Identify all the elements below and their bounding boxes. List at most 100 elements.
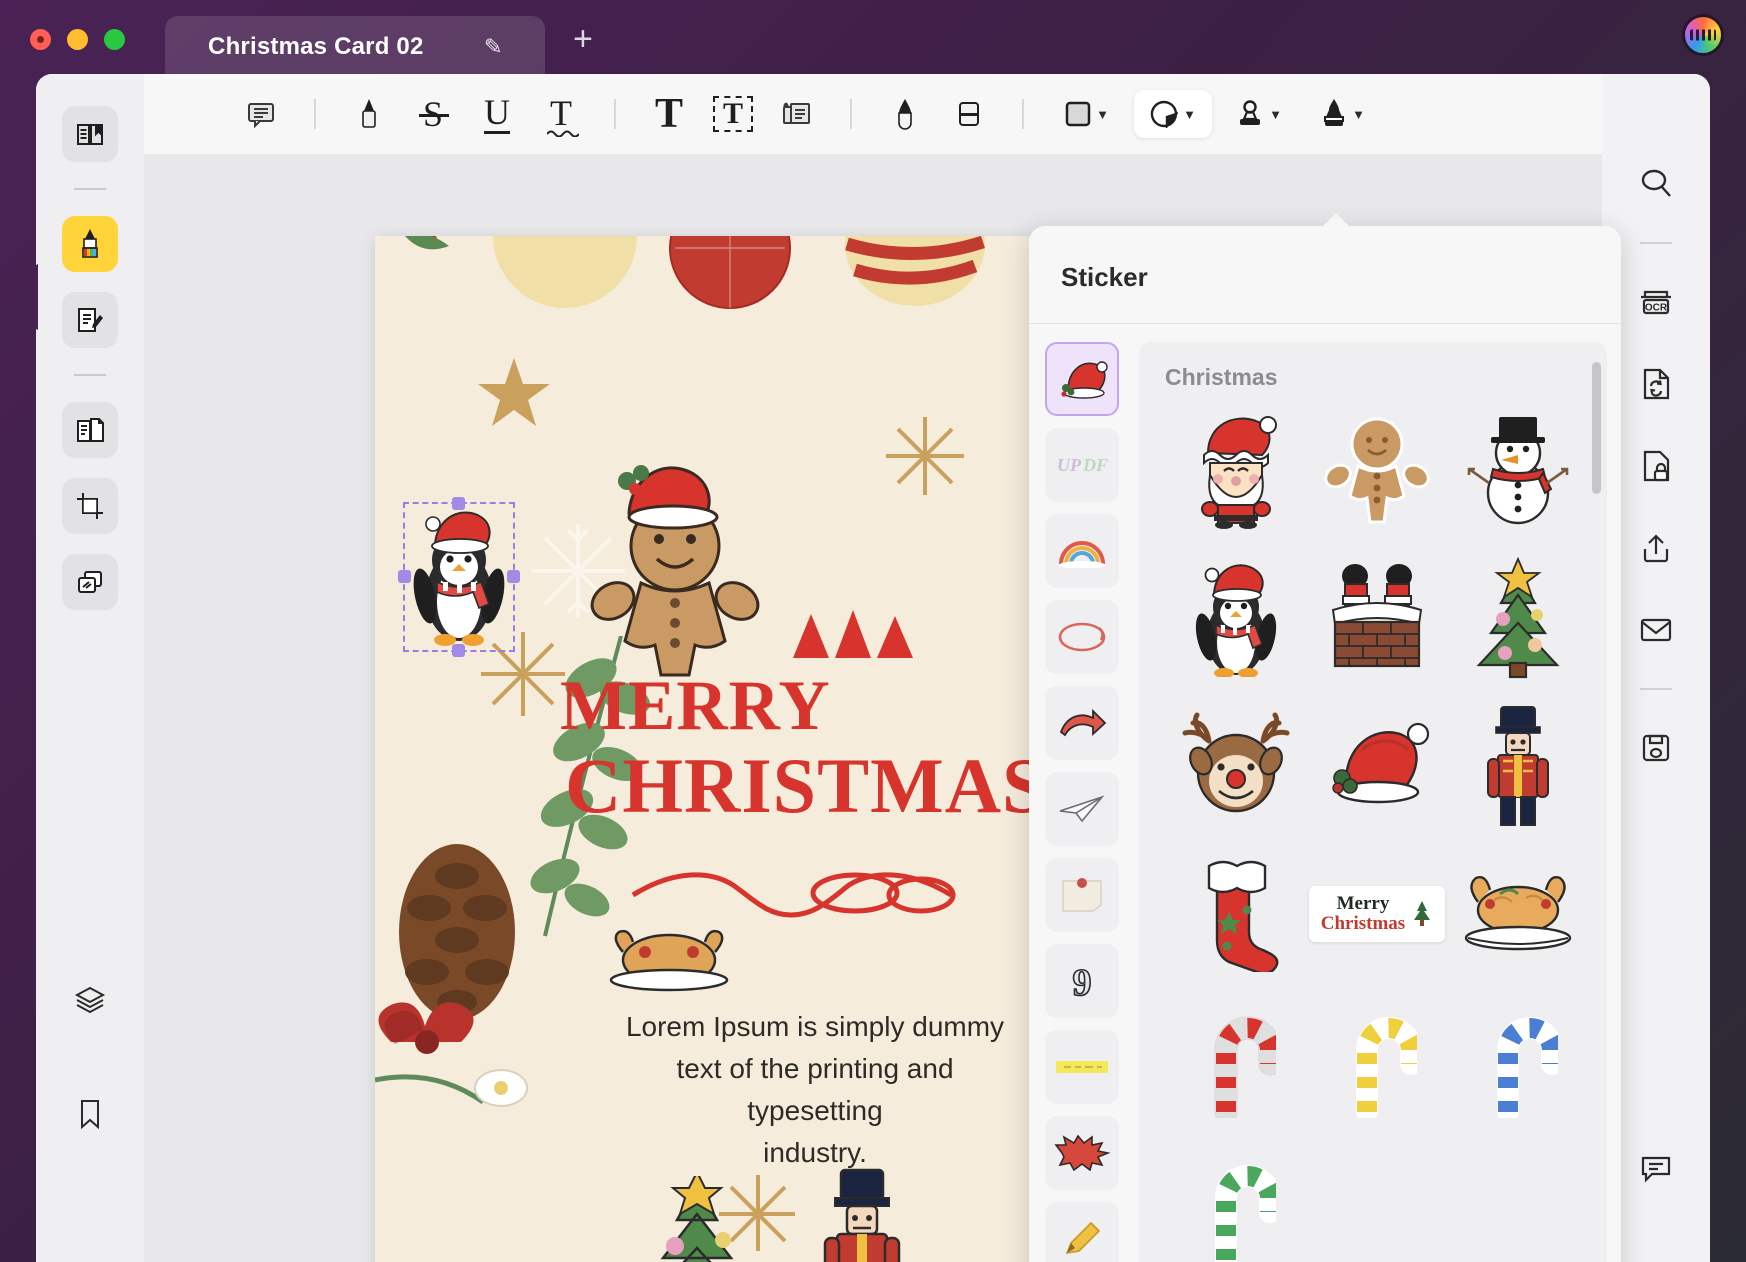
annotation-toolbar: S U T T T <box>144 74 1602 154</box>
tool-sticker[interactable]: ▼ <box>1134 90 1212 138</box>
category-highlight-strip[interactable] <box>1045 1030 1119 1104</box>
sidebar-item-bookmarks[interactable] <box>62 1086 118 1142</box>
resize-handle-top[interactable] <box>452 497 465 510</box>
sticker-candy-cane-red[interactable] <box>1166 999 1306 1125</box>
sticker-santa-claus[interactable] <box>1166 407 1306 533</box>
envelope-icon[interactable] <box>1628 602 1684 658</box>
tool-squiggly-underline[interactable]: T <box>534 90 588 138</box>
sticker-penguin[interactable] <box>1166 555 1306 681</box>
category-christmas[interactable] <box>1045 342 1119 416</box>
sticker-candy-cane-blue[interactable] <box>1448 999 1588 1125</box>
sticker-santa-hat[interactable] <box>1307 703 1447 829</box>
tool-text[interactable]: T <box>642 90 696 138</box>
merry-text: Merry <box>1336 893 1390 915</box>
sticker-roast-turkey[interactable] <box>1448 851 1588 977</box>
sticker-category-list[interactable]: UP DF 9 <box>1045 342 1125 1262</box>
left-sidebar <box>36 74 144 1262</box>
sticker-christmas-tree[interactable] <box>1448 555 1588 681</box>
ocr-icon[interactable]: OCR <box>1628 274 1684 330</box>
resize-handle-right[interactable] <box>507 570 520 583</box>
plus-icon[interactable]: + <box>573 20 593 59</box>
sticker-grid-container[interactable]: Christmas Merry Christmas <box>1139 342 1607 1262</box>
ornaments-decoration <box>405 236 985 309</box>
gingerbread-man-decoration <box>590 465 760 677</box>
tool-sticky-note[interactable] <box>234 90 288 138</box>
chevron-down-icon: ▼ <box>1183 106 1196 122</box>
tool-highlight[interactable] <box>342 90 396 138</box>
category-burst[interactable] <box>1045 1116 1119 1190</box>
minimize-button[interactable] <box>67 28 88 50</box>
sidebar-divider-1 <box>74 188 106 190</box>
svg-text:9: 9 <box>1073 962 1092 1003</box>
right-divider-1 <box>1640 242 1672 244</box>
category-number[interactable]: 9 <box>1045 944 1119 1018</box>
resize-handle-left[interactable] <box>398 570 411 583</box>
red-trees-decoration <box>793 610 913 658</box>
heading-merry: MERRY <box>560 667 831 745</box>
sticker-section-heading: Christmas <box>1165 364 1278 390</box>
document-tab[interactable]: Christmas Card 02 ✎ <box>165 16 545 78</box>
title-bar: Christmas Card 02 ✎ + <box>0 0 1746 78</box>
tool-text-box[interactable]: T <box>706 90 760 138</box>
chat-bubble-icon[interactable] <box>1628 1140 1684 1196</box>
category-updf[interactable]: UP DF <box>1045 428 1119 502</box>
sticker-grid[interactable]: Merry Christmas <box>1165 407 1589 1262</box>
sidebar-item-crop[interactable] <box>62 478 118 534</box>
pdf-page[interactable]: MERRY CHRISTMAS Lorem Ipsum is simply du… <box>375 236 1040 1262</box>
sticker-reindeer[interactable] <box>1166 703 1306 829</box>
sticker-merry-christmas-text[interactable]: Merry Christmas <box>1307 851 1447 977</box>
chevron-down-icon: ▼ <box>1096 106 1109 122</box>
sticker-nutcracker[interactable] <box>1448 703 1588 829</box>
sidebar-item-organize-pages[interactable] <box>62 402 118 458</box>
sticker-gingerbread-man[interactable] <box>1307 407 1447 533</box>
search-icon[interactable] <box>1628 156 1684 212</box>
tool-eraser[interactable] <box>942 90 996 138</box>
floppy-save-icon[interactable] <box>1628 720 1684 776</box>
tool-pen-draw[interactable] <box>878 90 932 138</box>
nutcracker-decoration <box>823 1168 901 1262</box>
app-logo <box>1682 14 1724 56</box>
category-pencil[interactable] <box>1045 1202 1119 1262</box>
sticker-candy-cane-yellow[interactable] <box>1307 999 1447 1125</box>
sticker-candy-cane-green[interactable] <box>1166 1147 1306 1262</box>
christmas-tree-decoration <box>660 1176 734 1262</box>
category-rainbow[interactable] <box>1045 514 1119 588</box>
document-refresh-icon[interactable] <box>1628 356 1684 412</box>
swirl-ornament <box>631 872 956 918</box>
sidebar-item-comment[interactable] <box>62 216 118 272</box>
zoom-button[interactable] <box>104 28 125 50</box>
sticker-panel-title: Sticker <box>1061 262 1148 292</box>
resize-handle-bottom[interactable] <box>452 644 465 657</box>
pencil-icon[interactable]: ✎ <box>483 34 502 61</box>
share-upload-icon[interactable] <box>1628 520 1684 576</box>
chevron-down-icon: ▼ <box>1352 106 1365 122</box>
sidebar-item-edit-pdf[interactable] <box>62 292 118 348</box>
category-circle[interactable] <box>1045 600 1119 674</box>
tool-shape[interactable]: ▼ <box>1050 90 1124 138</box>
category-note[interactable] <box>1045 858 1119 932</box>
pinecone-decoration <box>375 844 528 1107</box>
sidebar-item-reader[interactable] <box>62 106 118 162</box>
sticker-snowman[interactable] <box>1448 407 1588 533</box>
body-line-1: Lorem Ipsum is simply dummy <box>625 1011 1005 1042</box>
category-arrow[interactable] <box>1045 686 1119 760</box>
category-paper-plane[interactable] <box>1045 772 1119 846</box>
tool-text-callout[interactable] <box>770 90 824 138</box>
roast-turkey-decoration <box>609 929 729 992</box>
document-lock-icon[interactable] <box>1628 438 1684 494</box>
sidebar-divider-2 <box>74 374 106 376</box>
close-button[interactable] <box>30 28 51 50</box>
tool-signature[interactable]: ▼ <box>1306 90 1380 138</box>
right-divider-2 <box>1640 688 1672 690</box>
sidebar-item-compare[interactable] <box>62 554 118 610</box>
document-body-text: Lorem Ipsum is simply dummy text of the … <box>605 1006 1025 1174</box>
tool-stamp[interactable]: ▼ <box>1222 90 1296 138</box>
sticker-stocking[interactable] <box>1166 851 1306 977</box>
svg-text:UP: UP <box>1057 455 1082 475</box>
sticker-grid-scrollbar[interactable] <box>1592 362 1601 494</box>
tool-strikethrough[interactable]: S <box>406 90 460 138</box>
sticker-santa-chimney[interactable] <box>1307 555 1447 681</box>
tool-underline[interactable]: U <box>470 90 524 138</box>
selected-sticker-penguin[interactable] <box>398 497 520 657</box>
sidebar-item-layers[interactable] <box>62 972 118 1028</box>
